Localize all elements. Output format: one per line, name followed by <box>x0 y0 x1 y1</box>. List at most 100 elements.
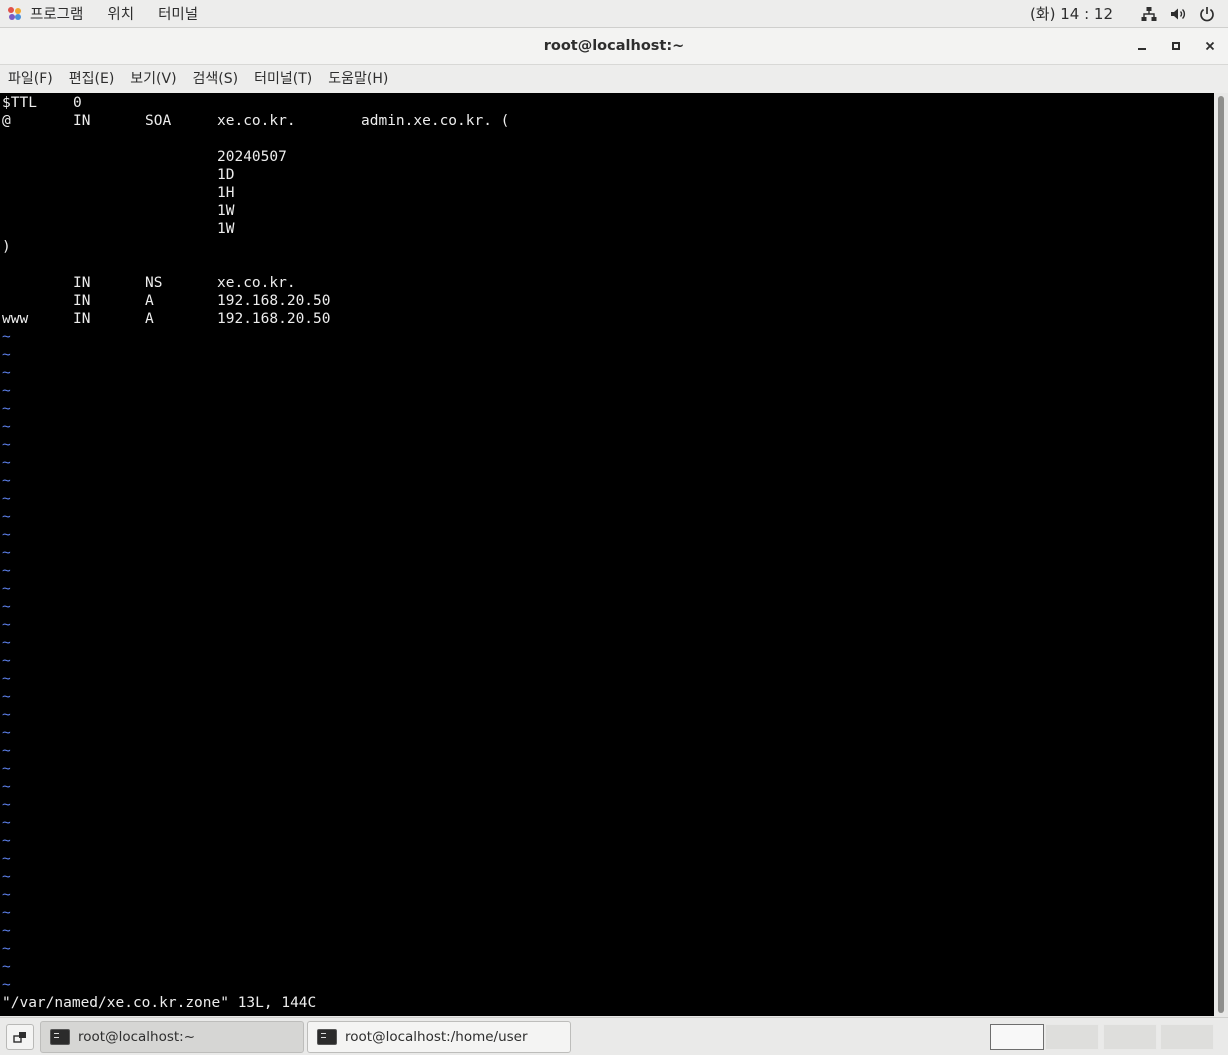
terminal-line: @ IN SOA xe.co.kr. admin.xe.co.kr. ( <box>0 112 1200 130</box>
menu-file[interactable]: 파일(F) <box>0 65 61 93</box>
show-desktop-button[interactable] <box>6 1024 34 1050</box>
terminal-cell: IN <box>73 275 91 291</box>
empty-line-marker: ~ <box>2 635 11 651</box>
task-label: root@localhost:~ <box>78 1029 196 1045</box>
terminal-cell: @ <box>2 113 11 129</box>
empty-line-marker: ~ <box>2 617 11 633</box>
terminal-cell: 0 <box>73 95 82 111</box>
empty-line-marker: ~ <box>2 869 11 885</box>
volume-icon[interactable] <box>1170 6 1186 22</box>
terminal-line: 1D <box>0 166 1200 184</box>
terminal-cell: NS <box>145 275 163 291</box>
empty-line-marker: ~ <box>2 653 11 669</box>
empty-line-marker: ~ <box>2 851 11 867</box>
empty-line-marker: ~ <box>2 743 11 759</box>
empty-line-marker: ~ <box>2 761 11 777</box>
power-icon[interactable] <box>1199 6 1215 22</box>
workspace-1[interactable] <box>990 1024 1044 1050</box>
empty-line-marker: ~ <box>2 455 11 471</box>
window-titlebar[interactable]: root@localhost:~ <box>0 28 1228 65</box>
empty-line-marker: ~ <box>2 725 11 741</box>
workspace-4[interactable] <box>1160 1024 1214 1050</box>
terminal-line: 1W <box>0 202 1200 220</box>
empty-line-marker: ~ <box>2 779 11 795</box>
empty-line-marker: ~ <box>2 509 11 525</box>
task-terminal-user[interactable]: root@localhost:/home/user <box>307 1021 571 1053</box>
terminal-cell: 20240507 <box>217 149 287 165</box>
empty-line-marker: ~ <box>2 437 11 453</box>
applications-menu[interactable]: 프로그램 <box>0 0 95 27</box>
terminal-scrollbar[interactable] <box>1214 93 1228 1016</box>
maximize-button[interactable] <box>1165 35 1187 57</box>
empty-line-marker: ~ <box>2 923 11 939</box>
empty-line-marker: ~ <box>2 599 11 615</box>
empty-line-marker: ~ <box>2 329 11 345</box>
terminal-cell: xe.co.kr. <box>217 113 296 129</box>
empty-line-marker: ~ <box>2 707 11 723</box>
applications-label: 프로그램 <box>30 7 84 23</box>
terminal-icon <box>50 1029 70 1045</box>
menu-search[interactable]: 검색(S) <box>185 65 247 93</box>
empty-line-marker: ~ <box>2 527 11 543</box>
terminal-line: 1W <box>0 220 1200 238</box>
task-terminal-home[interactable]: root@localhost:~ <box>40 1021 304 1053</box>
empty-line-marker: ~ <box>2 473 11 489</box>
terminal-cell: 1W <box>217 221 235 237</box>
terminal-app-menu[interactable]: 터미널 <box>146 0 210 27</box>
terminal-icon <box>317 1029 337 1045</box>
empty-line-marker: ~ <box>2 887 11 903</box>
menu-view[interactable]: 보기(V) <box>122 65 184 93</box>
minimize-button[interactable] <box>1131 35 1153 57</box>
maximize-icon <box>1172 42 1180 50</box>
empty-line-marker: ~ <box>2 401 11 417</box>
empty-line-marker: ~ <box>2 563 11 579</box>
menubar: 파일(F) 편집(E) 보기(V) 검색(S) 터미널(T) 도움말(H) <box>0 65 1228 93</box>
workspace-3[interactable] <box>1103 1024 1157 1050</box>
task-label: root@localhost:/home/user <box>345 1029 528 1045</box>
applications-icon <box>8 6 22 21</box>
empty-line-marker: ~ <box>2 941 11 957</box>
vim-status-line: "/var/named/xe.co.kr.zone" 13L, 144C <box>2 995 317 1011</box>
empty-line-marker: ~ <box>2 833 11 849</box>
terminal-cell: 192.168.20.50 <box>217 311 331 327</box>
workspace-2[interactable] <box>1045 1024 1099 1050</box>
terminal-cell: admin.xe.co.kr. ( <box>361 113 510 129</box>
terminal-screen[interactable]: $TTL 0 @ IN SOA xe.co.kr. admin.xe.co.kr. ( 202… <box>0 93 1214 1016</box>
terminal-cell: IN <box>73 293 91 309</box>
terminal-cell: www <box>2 311 29 327</box>
terminal-line: www IN A 192.168.20.50 <box>0 310 1200 328</box>
terminal-cell: IN <box>73 311 91 327</box>
taskbar: root@localhost:~ root@localhost:/home/us… <box>0 1017 1228 1055</box>
menu-help[interactable]: 도움말(H) <box>320 65 396 93</box>
terminal-cell: $TTL <box>2 95 37 111</box>
scrollbar-thumb[interactable] <box>1218 96 1224 1013</box>
empty-line-marker: ~ <box>2 419 11 435</box>
empty-line-marker: ~ <box>2 491 11 507</box>
close-icon <box>1205 41 1215 51</box>
terminal-cell: 1W <box>217 203 235 219</box>
menu-terminal[interactable]: 터미널(T) <box>246 65 320 93</box>
terminal-line: $TTL 0 <box>0 94 1200 112</box>
places-menu[interactable]: 위치 <box>95 0 146 27</box>
terminal-cell: IN <box>73 113 91 129</box>
terminal-cell: A <box>145 293 154 309</box>
menu-edit[interactable]: 편집(E) <box>61 65 123 93</box>
top-panel: 프로그램 위치 터미널 (화) 14 : 12 <box>0 0 1228 28</box>
close-button[interactable] <box>1199 35 1221 57</box>
terminal-app-label: 터미널 <box>158 7 199 23</box>
terminal-cell: A <box>145 311 154 327</box>
network-icon[interactable] <box>1141 6 1157 22</box>
terminal-line: 1H <box>0 184 1200 202</box>
show-desktop-icon <box>13 1032 26 1043</box>
terminal-line: IN NS xe.co.kr. <box>0 274 1200 292</box>
empty-line-marker: ~ <box>2 383 11 399</box>
empty-line-marker: ~ <box>2 347 11 363</box>
clock[interactable]: (화) 14 : 12 <box>1030 3 1113 24</box>
empty-line-marker: ~ <box>2 815 11 831</box>
terminal-cell: SOA <box>145 113 172 129</box>
terminal-line: 20240507 <box>0 148 1200 166</box>
empty-line-marker: ~ <box>2 797 11 813</box>
empty-line-marker: ~ <box>2 545 11 561</box>
